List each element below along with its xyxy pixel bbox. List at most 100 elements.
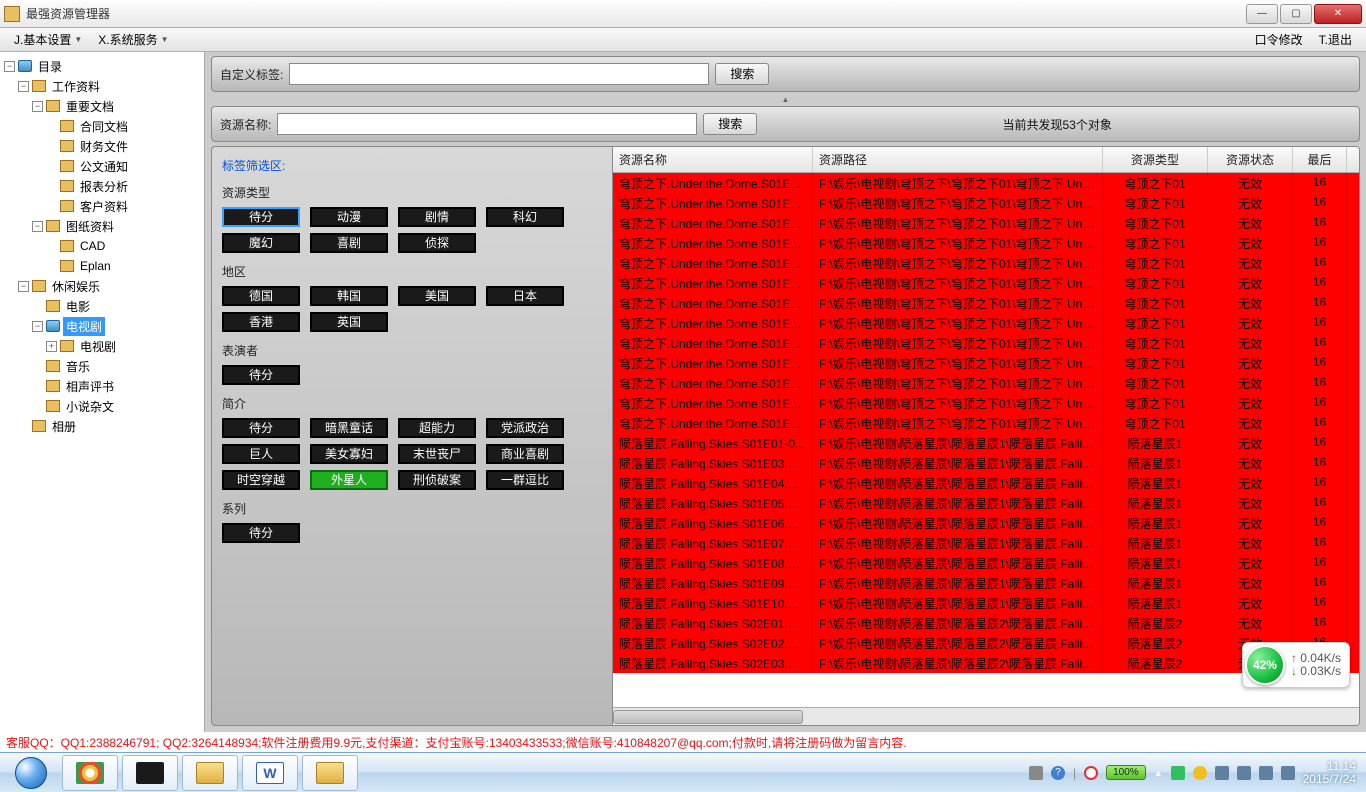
h-scrollbar[interactable]	[613, 707, 1359, 725]
menu-exit[interactable]: T.退出	[1311, 29, 1360, 50]
tray-app-icon[interactable]	[1215, 766, 1229, 780]
collapse-icon[interactable]: −	[32, 221, 43, 232]
maximize-button[interactable]: ▢	[1280, 4, 1312, 24]
filter-tag[interactable]: 德国	[222, 286, 300, 306]
taskbar-explorer[interactable]	[182, 755, 238, 791]
tray-chevron-icon[interactable]: ▲	[1154, 768, 1163, 778]
search-button-2[interactable]: 搜索	[703, 113, 757, 135]
filter-tag[interactable]: 英国	[310, 312, 388, 332]
table-row[interactable]: 陨落星辰.Falling.Skies.S02E01.C...F:\娱乐\电视剧\…	[613, 613, 1359, 633]
filter-tag[interactable]: 待分	[222, 207, 300, 227]
filter-tag[interactable]: 外星人	[310, 470, 388, 490]
tree-item[interactable]: 财务文件	[77, 137, 131, 156]
taskbar-app1[interactable]	[122, 755, 178, 791]
taskbar-chrome[interactable]	[62, 755, 118, 791]
search-button[interactable]: 搜索	[715, 63, 769, 85]
table-row[interactable]: 陨落星辰.Falling.Skies.S01E10.C...F:\娱乐\电视剧\…	[613, 593, 1359, 613]
tree-view[interactable]: −目录 −工作资料 −重要文档 合同文档 财务文件 公文通知 报表分析 客户资料…	[0, 52, 205, 732]
filter-tag[interactable]: 待分	[222, 418, 300, 438]
table-row[interactable]: 穹顶之下.Under.the.Dome.S01E...F:\娱乐\电视剧\穹顶之…	[613, 373, 1359, 393]
collapse-icon[interactable]: −	[4, 61, 15, 72]
tree-item[interactable]: 电影	[63, 297, 93, 316]
tree-item[interactable]: 小说杂文	[63, 397, 117, 416]
scrollbar-thumb[interactable]	[613, 710, 803, 724]
tree-item[interactable]: 电视剧	[77, 337, 119, 356]
col-name[interactable]: 资源名称	[613, 147, 813, 172]
filter-tag[interactable]: 巨人	[222, 444, 300, 464]
menu-pwd[interactable]: 口令修改	[1247, 29, 1311, 50]
table-row[interactable]: 穹顶之下.Under.the.Dome.S01E...F:\娱乐\电视剧\穹顶之…	[613, 293, 1359, 313]
table-row[interactable]: 陨落星辰.Falling.Skies.S01E03.C...F:\娱乐\电视剧\…	[613, 453, 1359, 473]
filter-tag[interactable]: 香港	[222, 312, 300, 332]
percent-ball[interactable]: 42%	[1245, 645, 1285, 685]
tray-sun-icon[interactable]	[1193, 766, 1207, 780]
tray-help-icon[interactable]: ?	[1051, 766, 1065, 780]
col-last[interactable]: 最后	[1293, 147, 1347, 172]
tree-item[interactable]: 重要文档	[63, 97, 117, 116]
menu-basic[interactable]: J.基本设置▼	[6, 29, 90, 50]
tree-item[interactable]: 休闲娱乐	[49, 277, 103, 296]
taskbar-word[interactable]: W	[242, 755, 298, 791]
filter-tag[interactable]: 刑侦破案	[398, 470, 476, 490]
table-row[interactable]: 陨落星辰.Falling.Skies.S01E04.C...F:\娱乐\电视剧\…	[613, 473, 1359, 493]
start-button[interactable]	[4, 755, 58, 791]
taskbar-app2[interactable]	[302, 755, 358, 791]
filter-tag[interactable]: 时空穿越	[222, 470, 300, 490]
table-row[interactable]: 陨落星辰.Falling.Skies.S01E09.C...F:\娱乐\电视剧\…	[613, 573, 1359, 593]
expand-icon[interactable]: +	[46, 341, 57, 352]
tree-item[interactable]: Eplan	[77, 258, 114, 274]
filter-tag[interactable]: 待分	[222, 523, 300, 543]
minimize-button[interactable]: —	[1246, 4, 1278, 24]
filter-tag[interactable]: 科幻	[486, 207, 564, 227]
filter-tag[interactable]: 日本	[486, 286, 564, 306]
close-button[interactable]: ✕	[1314, 4, 1362, 24]
tray-app-icon[interactable]	[1237, 766, 1251, 780]
col-type[interactable]: 资源类型	[1103, 147, 1208, 172]
filter-tag[interactable]: 一群逗比	[486, 470, 564, 490]
speed-widget[interactable]: 42% 0.04K/s 0.03K/s	[1242, 642, 1350, 688]
table-row[interactable]: 穹顶之下.Under.the.Dome.S01E...F:\娱乐\电视剧\穹顶之…	[613, 193, 1359, 213]
filter-tag[interactable]: 美女寡妇	[310, 444, 388, 464]
filter-tag[interactable]: 魔幻	[222, 233, 300, 253]
table-row[interactable]: 陨落星辰.Falling.Skies.S01E01-0...F:\娱乐\电视剧\…	[613, 433, 1359, 453]
table-row[interactable]: 穹顶之下.Under.the.Dome.S01E...F:\娱乐\电视剧\穹顶之…	[613, 173, 1359, 193]
tree-item[interactable]: 公文通知	[77, 157, 131, 176]
filter-tag[interactable]: 暗黑童话	[310, 418, 388, 438]
filter-tag[interactable]: 商业喜剧	[486, 444, 564, 464]
col-status[interactable]: 资源状态	[1208, 147, 1293, 172]
tree-root[interactable]: 目录	[35, 57, 65, 76]
filter-tag[interactable]: 待分	[222, 365, 300, 385]
table-row[interactable]: 穹顶之下.Under.the.Dome.S01E...F:\娱乐\电视剧\穹顶之…	[613, 233, 1359, 253]
tree-item[interactable]: 合同文档	[77, 117, 131, 136]
tree-item[interactable]: 相册	[49, 417, 79, 436]
tree-item[interactable]: 报表分析	[77, 177, 131, 196]
clock[interactable]: 11:142015/7/24	[1303, 760, 1356, 786]
tree-item[interactable]: 客户资料	[77, 197, 131, 216]
collapse-icon[interactable]: −	[18, 81, 29, 92]
tree-item[interactable]: 音乐	[63, 357, 93, 376]
col-path[interactable]: 资源路径	[813, 147, 1103, 172]
tray-volume-icon[interactable]	[1259, 766, 1273, 780]
filter-tag[interactable]: 末世丧尸	[398, 444, 476, 464]
battery-indicator[interactable]: 100%	[1106, 765, 1146, 780]
filter-tag[interactable]: 侦探	[398, 233, 476, 253]
tree-item-selected[interactable]: 电视剧	[63, 317, 105, 336]
menu-sys[interactable]: X.系统服务▼	[90, 29, 176, 50]
tray-circle-icon[interactable]	[1084, 766, 1098, 780]
filter-tag[interactable]: 美国	[398, 286, 476, 306]
filter-tag[interactable]: 喜剧	[310, 233, 388, 253]
table-row[interactable]: 穹顶之下.Under.the.Dome.S01E...F:\娱乐\电视剧\穹顶之…	[613, 393, 1359, 413]
table-row[interactable]: 穹顶之下.Under.the.Dome.S01E...F:\娱乐\电视剧\穹顶之…	[613, 353, 1359, 373]
table-row[interactable]: 陨落星辰.Falling.Skies.S01E08.C...F:\娱乐\电视剧\…	[613, 553, 1359, 573]
filter-tag[interactable]: 动漫	[310, 207, 388, 227]
table-row[interactable]: 穹顶之下.Under.the.Dome.S01E...F:\娱乐\电视剧\穹顶之…	[613, 213, 1359, 233]
filter-tag[interactable]: 党派政治	[486, 418, 564, 438]
tray-shield-icon[interactable]	[1171, 766, 1185, 780]
filter-tag[interactable]: 超能力	[398, 418, 476, 438]
custom-tag-input[interactable]	[289, 63, 709, 85]
table-row[interactable]: 陨落星辰.Falling.Skies.S01E06.C...F:\娱乐\电视剧\…	[613, 513, 1359, 533]
table-row[interactable]: 穹顶之下.Under.the.Dome.S01E...F:\娱乐\电视剧\穹顶之…	[613, 333, 1359, 353]
collapse-icon[interactable]: −	[32, 321, 43, 332]
tree-item[interactable]: 相声评书	[63, 377, 117, 396]
collapse-icon[interactable]: −	[18, 281, 29, 292]
